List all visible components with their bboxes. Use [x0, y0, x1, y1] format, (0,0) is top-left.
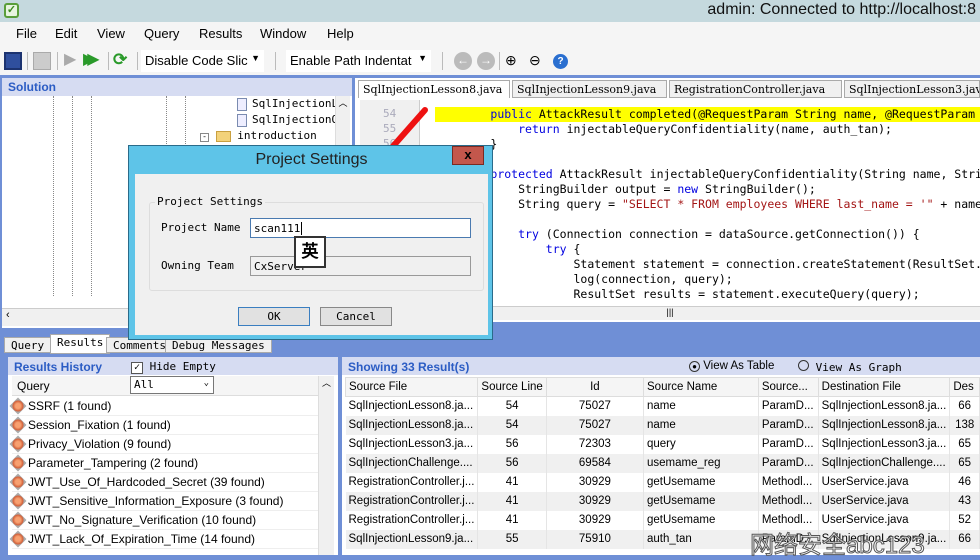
group-label: Project Settings: [155, 195, 265, 208]
ok-button[interactable]: OK: [238, 307, 310, 326]
ime-indicator: 英: [294, 236, 326, 268]
owning-team-input[interactable]: CxServer: [250, 256, 471, 276]
close-button[interactable]: x: [452, 146, 484, 165]
project-name-value: scan111: [254, 222, 300, 235]
owning-team-label: Owning Team: [161, 259, 234, 272]
project-name-label: Project Name: [161, 221, 240, 234]
project-name-input[interactable]: scan111: [250, 218, 471, 238]
dialog-title: Project Settings: [129, 151, 494, 169]
cancel-button[interactable]: Cancel: [320, 307, 392, 326]
